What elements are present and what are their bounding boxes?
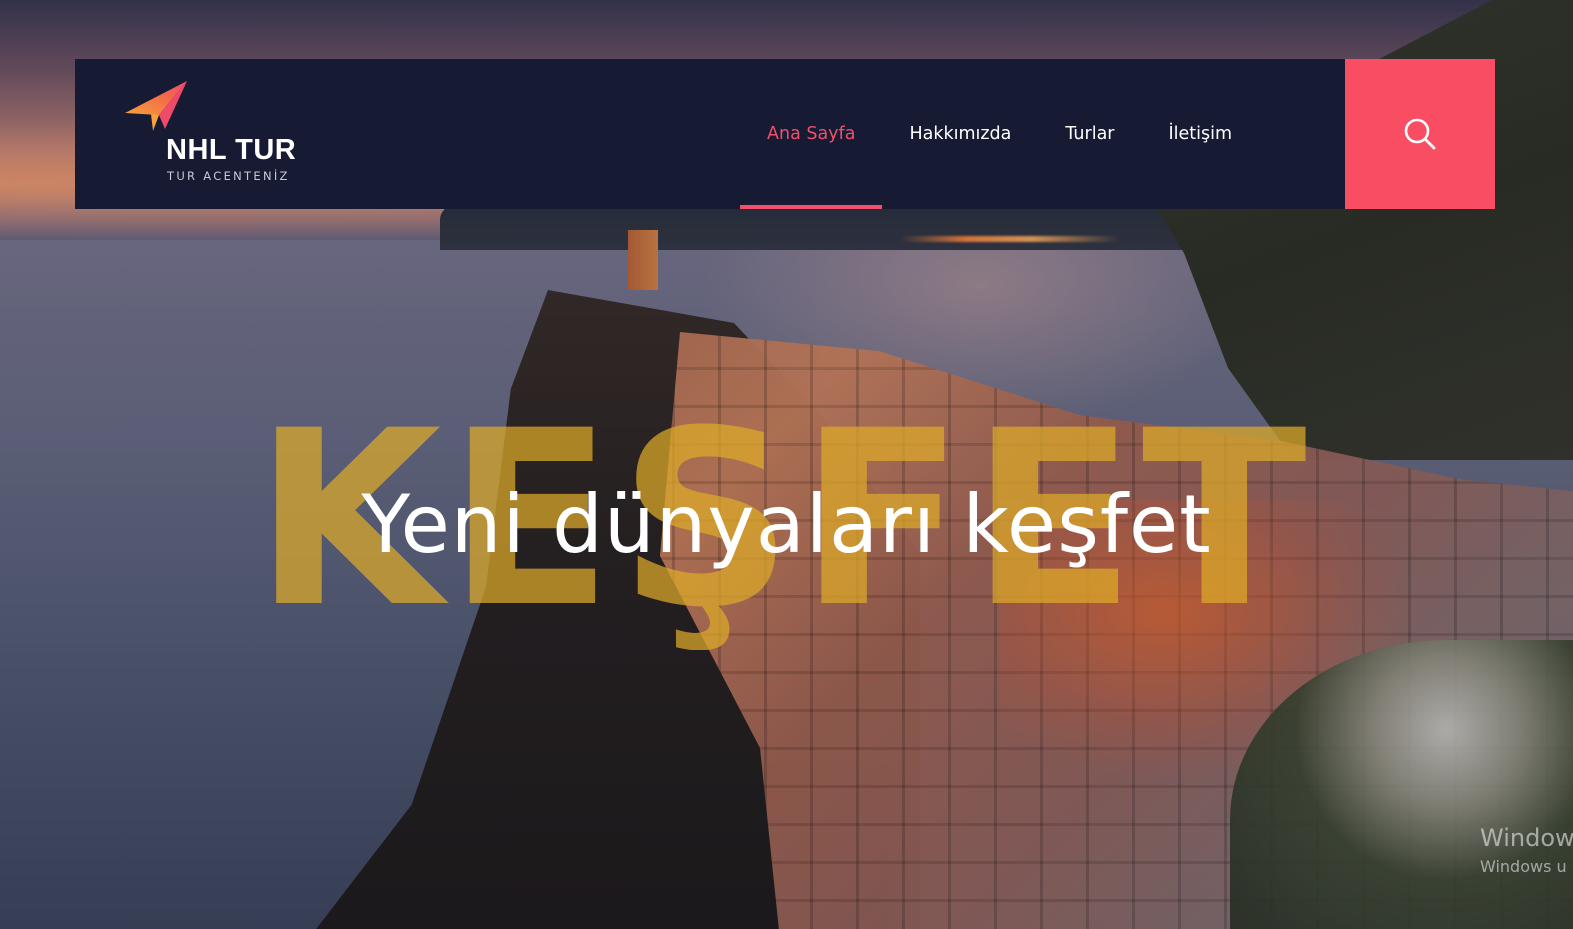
nav-item-turlar[interactable]: Turlar bbox=[1038, 59, 1141, 209]
brand-name: NHL TUR bbox=[166, 134, 297, 166]
hero-section: KEŞFET Yeni dünyaları keşfet NHL TUR TUR… bbox=[0, 0, 1573, 929]
os-activation-watermark: Window Windows u bbox=[1480, 822, 1573, 892]
nav-menu: Ana Sayfa Hakkımızda Turlar İletişim bbox=[740, 59, 1259, 209]
brand-logo[interactable]: NHL TUR TUR ACENTENİZ bbox=[125, 81, 325, 183]
search-button[interactable] bbox=[1345, 59, 1495, 209]
paper-plane-icon bbox=[125, 81, 187, 131]
nav-item-ana-sayfa[interactable]: Ana Sayfa bbox=[740, 59, 883, 209]
watermark-line-2: Windows u bbox=[1480, 857, 1567, 876]
hero-headline: Yeni dünyaları keşfet bbox=[361, 478, 1212, 571]
watermark-line-1: Window bbox=[1480, 824, 1573, 852]
nav-item-hakkimizda[interactable]: Hakkımızda bbox=[882, 59, 1038, 209]
search-icon bbox=[1404, 118, 1436, 150]
brand-tagline: TUR ACENTENİZ bbox=[167, 169, 290, 183]
nav-item-iletisim[interactable]: İletişim bbox=[1142, 59, 1260, 209]
navbar: NHL TUR TUR ACENTENİZ Ana Sayfa Hakkımız… bbox=[75, 59, 1345, 209]
